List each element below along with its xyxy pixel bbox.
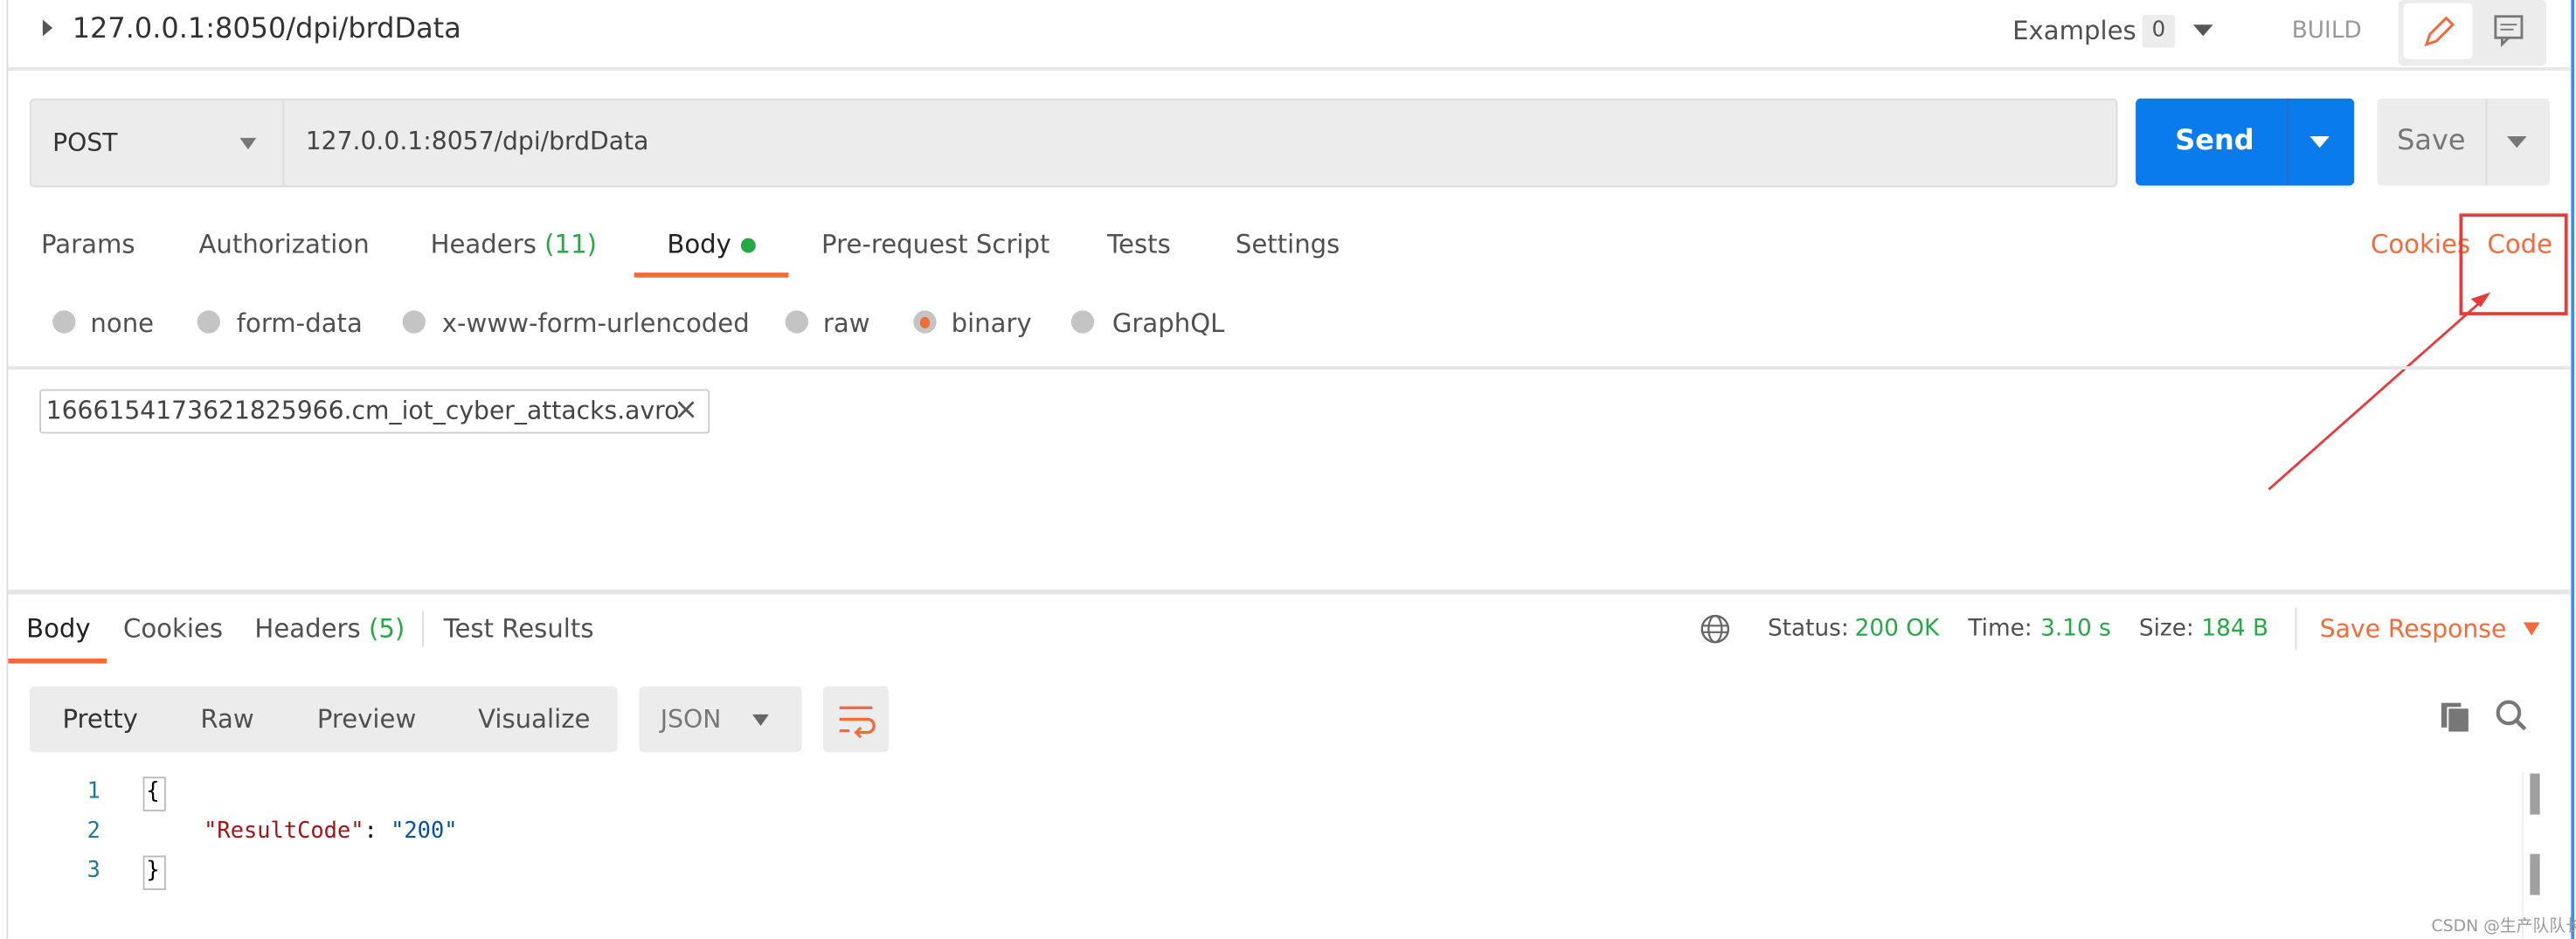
examples-button[interactable]: Examples: [2012, 17, 2136, 46]
request-title: 127.0.0.1:8050/dpi/brdData: [72, 13, 461, 46]
save-button[interactable]: Save: [2377, 98, 2550, 186]
time-value: 3.10 s: [2040, 616, 2111, 643]
tab-label: Headers: [430, 230, 537, 260]
response-tab-headers[interactable]: Headers (5): [254, 614, 405, 644]
tab-pre-request-script[interactable]: Pre-request Script: [821, 230, 1049, 259]
remove-file-icon[interactable]: ×: [674, 392, 698, 426]
window-edge: [2571, 0, 2575, 939]
view-raw[interactable]: Raw: [200, 705, 253, 735]
line-number: 2: [87, 818, 100, 845]
chevron-down-icon: [752, 714, 769, 727]
wrap-lines-button[interactable]: [822, 686, 890, 753]
tab-settings[interactable]: Settings: [1236, 230, 1340, 259]
comment-icon: [2494, 15, 2524, 48]
radio-raw[interactable]: [785, 310, 809, 334]
active-tab-underline: [634, 273, 789, 278]
tab-body[interactable]: Body: [667, 230, 757, 260]
headers-count: (5): [368, 614, 405, 644]
status-label: Status:: [1767, 616, 1849, 643]
comment-button[interactable]: [2489, 10, 2528, 56]
radio-binary[interactable]: [913, 310, 937, 334]
wrap-lines-icon: [839, 706, 876, 739]
divider: [8, 67, 2572, 71]
line-number: 1: [87, 778, 100, 805]
file-name: 1666154173621825966.cm_iot_cyber_attacks…: [45, 396, 680, 425]
response-tab-body[interactable]: Body: [26, 614, 91, 644]
url-input[interactable]: 127.0.0.1:8057/dpi/brdData: [306, 127, 649, 156]
scrollbar-marker: [2530, 853, 2540, 895]
build-mode-button[interactable]: [2403, 3, 2473, 59]
radio-form-data[interactable]: [197, 310, 220, 334]
divider: [282, 100, 285, 186]
annotation-box: [2459, 213, 2568, 315]
json-separator: :: [364, 818, 391, 845]
view-pretty[interactable]: Pretty: [62, 705, 137, 735]
radio-graphql[interactable]: [1070, 310, 1095, 334]
view-preview[interactable]: Preview: [317, 705, 416, 735]
divider: [2295, 607, 2297, 651]
save-options-icon[interactable]: [2507, 136, 2527, 148]
examples-count: 0: [2142, 14, 2176, 48]
radio-label: GraphQL: [1111, 308, 1225, 339]
search-icon[interactable]: [2494, 698, 2530, 734]
response-tab-cookies[interactable]: Cookies: [123, 614, 223, 644]
send-options-icon[interactable]: [2309, 136, 2330, 148]
divider: [422, 611, 425, 647]
globe-icon[interactable]: [1699, 612, 1732, 646]
format-select[interactable]: JSON: [639, 686, 802, 753]
radio-label: raw: [822, 308, 870, 339]
json-value: "200": [391, 818, 458, 845]
chevron-down-icon: [239, 137, 257, 150]
response-tab-test-results[interactable]: Test Results: [444, 614, 594, 644]
divider: [2485, 98, 2488, 186]
radio-label: x-www-form-urlencoded: [441, 308, 750, 339]
build-label[interactable]: BUILD: [2292, 18, 2362, 45]
save-response-button[interactable]: Save Response: [2320, 614, 2507, 644]
code-line: "ResultCode": "200": [204, 818, 457, 844]
tab-headers[interactable]: Headers (11): [431, 230, 597, 259]
divider: [8, 589, 2572, 595]
headers-count: (11): [544, 230, 598, 260]
radio-label: none: [90, 308, 155, 339]
divider: [8, 366, 2572, 370]
chevron-down-icon[interactable]: [2192, 24, 2213, 37]
tab-label: Headers: [254, 614, 361, 644]
left-border: [6, 0, 9, 939]
size-value: 184 B: [2201, 616, 2269, 643]
radio-none[interactable]: [52, 310, 76, 334]
radio-x-www-form-urlencoded[interactable]: [402, 310, 426, 334]
active-tab-underline: [8, 658, 107, 664]
copy-icon[interactable]: [2438, 700, 2474, 735]
send-label: Send: [2175, 124, 2254, 158]
tab-authorization[interactable]: Authorization: [198, 230, 369, 259]
view-visualize[interactable]: Visualize: [478, 705, 590, 735]
radio-label: binary: [951, 308, 1032, 339]
method-value: POST: [52, 128, 118, 158]
tab-tests[interactable]: Tests: [1107, 230, 1171, 259]
size-label: Size:: [2138, 616, 2194, 643]
save-response-dropdown-icon[interactable]: [2523, 622, 2540, 636]
time-label: Time:: [1968, 616, 2032, 643]
method-select[interactable]: POST: [30, 99, 283, 188]
line-number: 3: [87, 857, 100, 884]
save-label: Save: [2397, 124, 2466, 158]
pencil-icon: [2424, 16, 2455, 47]
divider: [2287, 98, 2289, 186]
file-chip: 1666154173621825966.cm_iot_cyber_attacks…: [39, 389, 710, 434]
code-line: {: [146, 778, 160, 805]
status-value: 200 OK: [1854, 616, 1940, 643]
modified-dot-icon: [741, 238, 757, 253]
format-value: JSON: [660, 704, 722, 735]
watermark: CSDN @生产队队长: [2431, 917, 2576, 936]
json-key: "ResultCode": [204, 818, 364, 845]
tab-params[interactable]: Params: [41, 230, 135, 259]
scrollbar-thumb[interactable]: [2530, 773, 2540, 815]
expand-triangle-icon[interactable]: [42, 19, 53, 37]
code-line: }: [146, 857, 160, 884]
cookies-link[interactable]: Cookies: [2371, 230, 2470, 259]
tab-label: Body: [667, 230, 731, 260]
send-button[interactable]: Send: [2136, 98, 2355, 186]
radio-label: form-data: [236, 308, 363, 339]
